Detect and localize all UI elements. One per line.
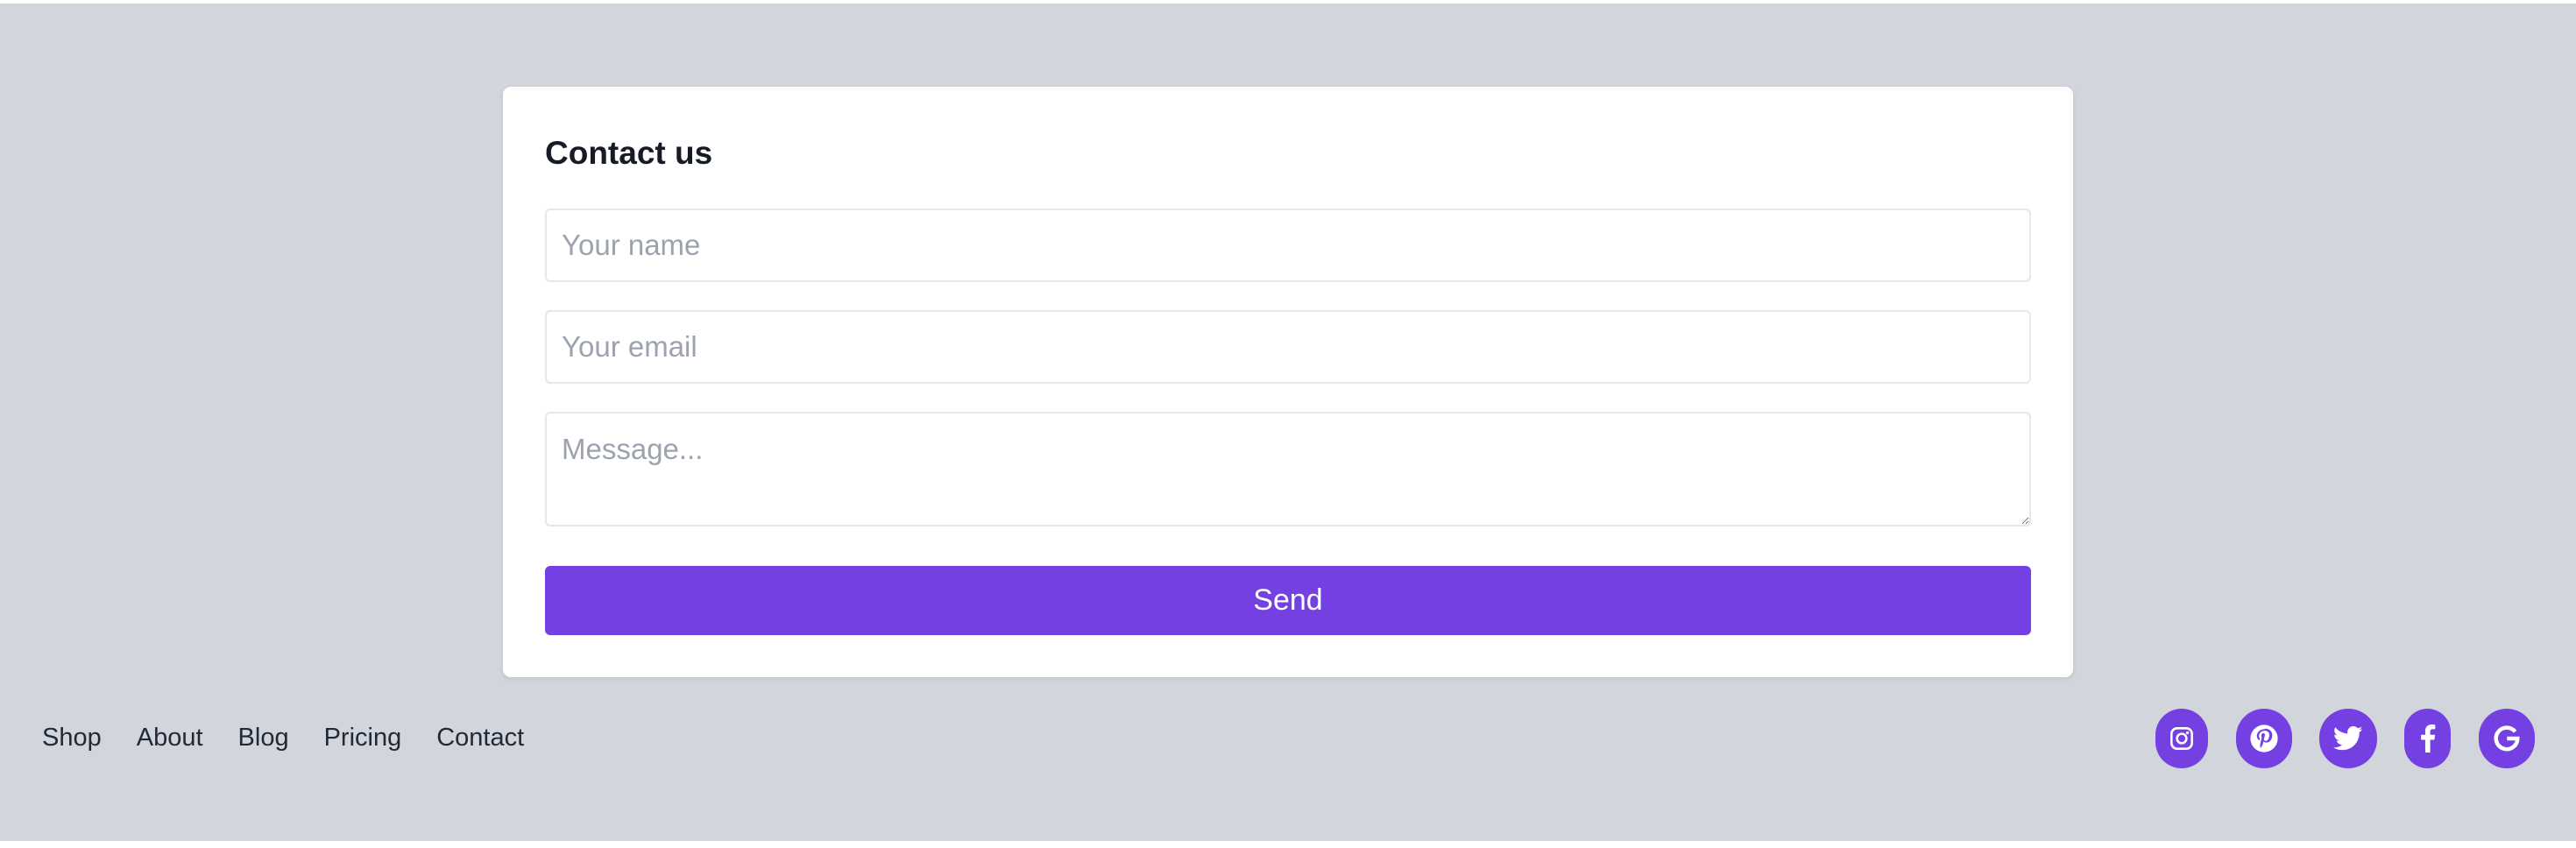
twitter-link[interactable] bbox=[2319, 709, 2377, 768]
page-background: Contact us Send Shop About Blog Pricing … bbox=[0, 4, 2576, 841]
send-button[interactable]: Send bbox=[545, 566, 2031, 635]
footer-nav: Shop About Blog Pricing Contact bbox=[42, 720, 559, 755]
email-input[interactable] bbox=[545, 310, 2031, 384]
message-textarea[interactable] bbox=[545, 412, 2031, 526]
footer-link-about[interactable]: About bbox=[137, 720, 203, 755]
facebook-link[interactable] bbox=[2404, 709, 2451, 768]
pinterest-link[interactable] bbox=[2236, 709, 2292, 768]
name-input[interactable] bbox=[545, 208, 2031, 282]
footer-link-pricing[interactable]: Pricing bbox=[324, 720, 402, 755]
instagram-icon bbox=[2170, 727, 2193, 750]
footer-link-shop[interactable]: Shop bbox=[42, 720, 102, 755]
facebook-icon bbox=[2420, 724, 2435, 753]
footer-link-blog[interactable]: Blog bbox=[238, 720, 289, 755]
google-icon bbox=[2494, 725, 2520, 752]
twitter-icon bbox=[2333, 725, 2363, 751]
instagram-link[interactable] bbox=[2155, 709, 2208, 768]
contact-title: Contact us bbox=[545, 135, 713, 171]
footer-link-contact[interactable]: Contact bbox=[436, 720, 524, 755]
pinterest-icon bbox=[2250, 724, 2278, 753]
contact-card: Contact us Send bbox=[503, 87, 2073, 677]
google-link[interactable] bbox=[2479, 709, 2535, 768]
